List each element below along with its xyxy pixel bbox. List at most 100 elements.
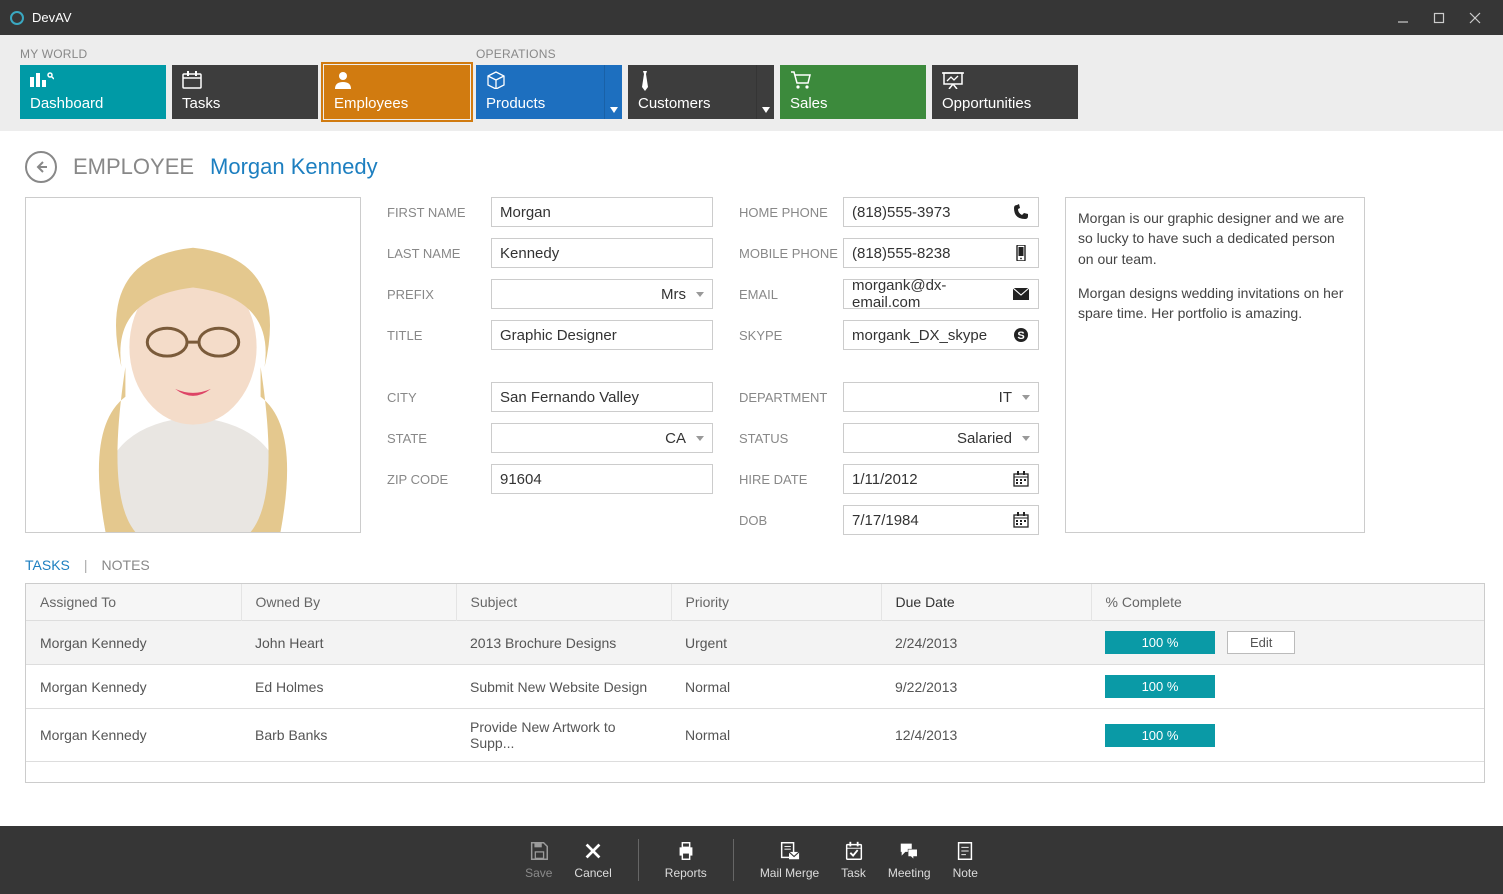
tile-split-dropdown[interactable] — [604, 65, 622, 119]
cell-assigned: Morgan Kennedy — [26, 709, 241, 762]
zip-field[interactable]: 91604 — [491, 464, 713, 494]
ribbon-group-label-operations: OPERATIONS — [476, 47, 556, 61]
label-dob: DOB — [739, 513, 843, 528]
tile-label: Products — [486, 95, 612, 112]
note-icon — [954, 840, 976, 862]
tile-sales[interactable]: Sales — [780, 65, 926, 119]
chevron-down-icon — [696, 436, 704, 441]
cell-priority: Normal — [671, 665, 881, 709]
chevron-down-icon — [1022, 395, 1030, 400]
cell-due: 12/4/2013 — [881, 709, 1091, 762]
page-title: Morgan Kennedy — [210, 154, 378, 180]
window-maximize-button[interactable] — [1421, 0, 1457, 35]
progress-badge: 100 % — [1105, 675, 1215, 698]
label-first-name: FIRST NAME — [387, 205, 491, 220]
employee-notes-box[interactable]: Morgan is our graphic designer and we ar… — [1065, 197, 1365, 533]
city-field[interactable]: San Fernando Valley — [491, 382, 713, 412]
window-title: DevAV — [32, 10, 72, 25]
titlebar: DevAV — [0, 0, 1503, 35]
tile-dashboard[interactable]: Dashboard — [20, 65, 166, 119]
tile-opportunities[interactable]: Opportunities — [932, 65, 1078, 119]
window-minimize-button[interactable] — [1385, 0, 1421, 35]
dob-value: 7/17/1984 — [852, 512, 919, 529]
skype-field[interactable]: morgank_DX_skypeS — [843, 320, 1039, 350]
col-header-owned[interactable]: Owned By — [241, 584, 456, 621]
tile-tasks[interactable]: Tasks — [172, 65, 318, 119]
cell-due: 9/22/2013 — [881, 665, 1091, 709]
label-last-name: LAST NAME — [387, 246, 491, 261]
dob-field[interactable]: 7/17/1984 — [843, 505, 1039, 535]
home-phone-value: (818)555-3973 — [852, 204, 950, 221]
col-header-assigned[interactable]: Assigned To — [26, 584, 241, 621]
notes-paragraph: Morgan designs wedding invitations on he… — [1078, 283, 1352, 324]
actionbar-divider — [733, 839, 734, 881]
tab-tasks[interactable]: TASKS — [25, 557, 70, 573]
progress-badge: 100 % — [1105, 631, 1215, 654]
note-button[interactable]: Note — [947, 838, 984, 882]
table-row[interactable]: Morgan Kennedy Ed Holmes Submit New Webs… — [26, 665, 1484, 709]
state-field[interactable]: CA — [491, 423, 713, 453]
label-zip: ZIP CODE — [387, 472, 491, 487]
tile-label: Tasks — [182, 95, 308, 112]
col-header-priority[interactable]: Priority — [671, 584, 881, 621]
last-name-field[interactable]: Kennedy — [491, 238, 713, 268]
cell-complete: 100 % — [1091, 709, 1484, 762]
status-field[interactable]: Salaried — [843, 423, 1039, 453]
hire-date-field[interactable]: 1/11/2012 — [843, 464, 1039, 494]
cell-subject: Submit New Website Design — [456, 665, 671, 709]
mobile-phone-field[interactable]: (818)555-8238 — [843, 238, 1039, 268]
back-button[interactable] — [25, 151, 57, 183]
mail-merge-button[interactable]: Mail Merge — [754, 838, 825, 882]
save-button[interactable]: Save — [519, 838, 558, 882]
meeting-button[interactable]: Meeting — [882, 838, 937, 882]
tile-products[interactable]: Products — [476, 65, 622, 119]
reports-button[interactable]: Reports — [659, 838, 713, 882]
tile-employees[interactable]: Employees — [324, 65, 470, 119]
hire-date-value: 1/11/2012 — [852, 471, 918, 488]
table-row[interactable]: Morgan Kennedy John Heart 2013 Brochure … — [26, 621, 1484, 665]
ribbon: MY WORLD OPERATIONS Dashboard Tasks Empl… — [0, 35, 1503, 131]
edit-button[interactable]: Edit — [1227, 631, 1295, 654]
window-close-button[interactable] — [1457, 0, 1493, 35]
cancel-button[interactable]: Cancel — [568, 838, 617, 882]
tile-split-dropdown[interactable] — [756, 65, 774, 119]
email-value: morgank@dx-email.com — [852, 277, 1012, 311]
col-header-complete[interactable]: % Complete — [1091, 584, 1484, 621]
notes-paragraph: Morgan is our graphic designer and we ar… — [1078, 208, 1352, 269]
label-home-phone: HOME PHONE — [739, 205, 843, 220]
email-field[interactable]: morgank@dx-email.com — [843, 279, 1039, 309]
prefix-field[interactable]: Mrs — [491, 279, 713, 309]
home-phone-field[interactable]: (818)555-3973 — [843, 197, 1039, 227]
label-email: EMAIL — [739, 287, 843, 302]
prefix-value: Mrs — [661, 286, 686, 303]
tile-label: Dashboard — [30, 95, 156, 112]
task-icon — [843, 840, 865, 862]
phone-icon — [1012, 204, 1030, 220]
grid-header-row: Assigned To Owned By Subject Priority Du… — [26, 584, 1484, 621]
title-field[interactable]: Graphic Designer — [491, 320, 713, 350]
task-button[interactable]: Task — [835, 838, 872, 882]
skype-icon: S — [1012, 327, 1030, 343]
tab-notes[interactable]: NOTES — [102, 557, 150, 573]
first-name-value: Morgan — [500, 204, 551, 221]
meeting-icon — [898, 840, 920, 862]
cell-assigned: Morgan Kennedy — [26, 665, 241, 709]
cart-icon — [790, 71, 916, 89]
app-logo-icon — [10, 11, 24, 25]
mail-icon — [1012, 286, 1030, 302]
tile-customers[interactable]: Customers — [628, 65, 774, 119]
mail-merge-icon — [778, 840, 800, 862]
mobile-icon — [1012, 245, 1030, 261]
content-area: EMPLOYEE Morgan Kennedy FIRST NAMEMorgan — [0, 131, 1503, 826]
city-value: San Fernando Valley — [500, 389, 639, 406]
save-label: Save — [525, 866, 552, 880]
cell-subject: Provide New Artwork to Supp... — [456, 709, 671, 762]
col-header-subject[interactable]: Subject — [456, 584, 671, 621]
person-icon — [334, 71, 460, 89]
col-header-due[interactable]: Due Date — [881, 584, 1091, 621]
mobile-phone-value: (818)555-8238 — [852, 245, 950, 262]
table-row[interactable]: Morgan Kennedy Barb Banks Provide New Ar… — [26, 709, 1484, 762]
first-name-field[interactable]: Morgan — [491, 197, 713, 227]
cell-owned: Ed Holmes — [241, 665, 456, 709]
department-field[interactable]: IT — [843, 382, 1039, 412]
